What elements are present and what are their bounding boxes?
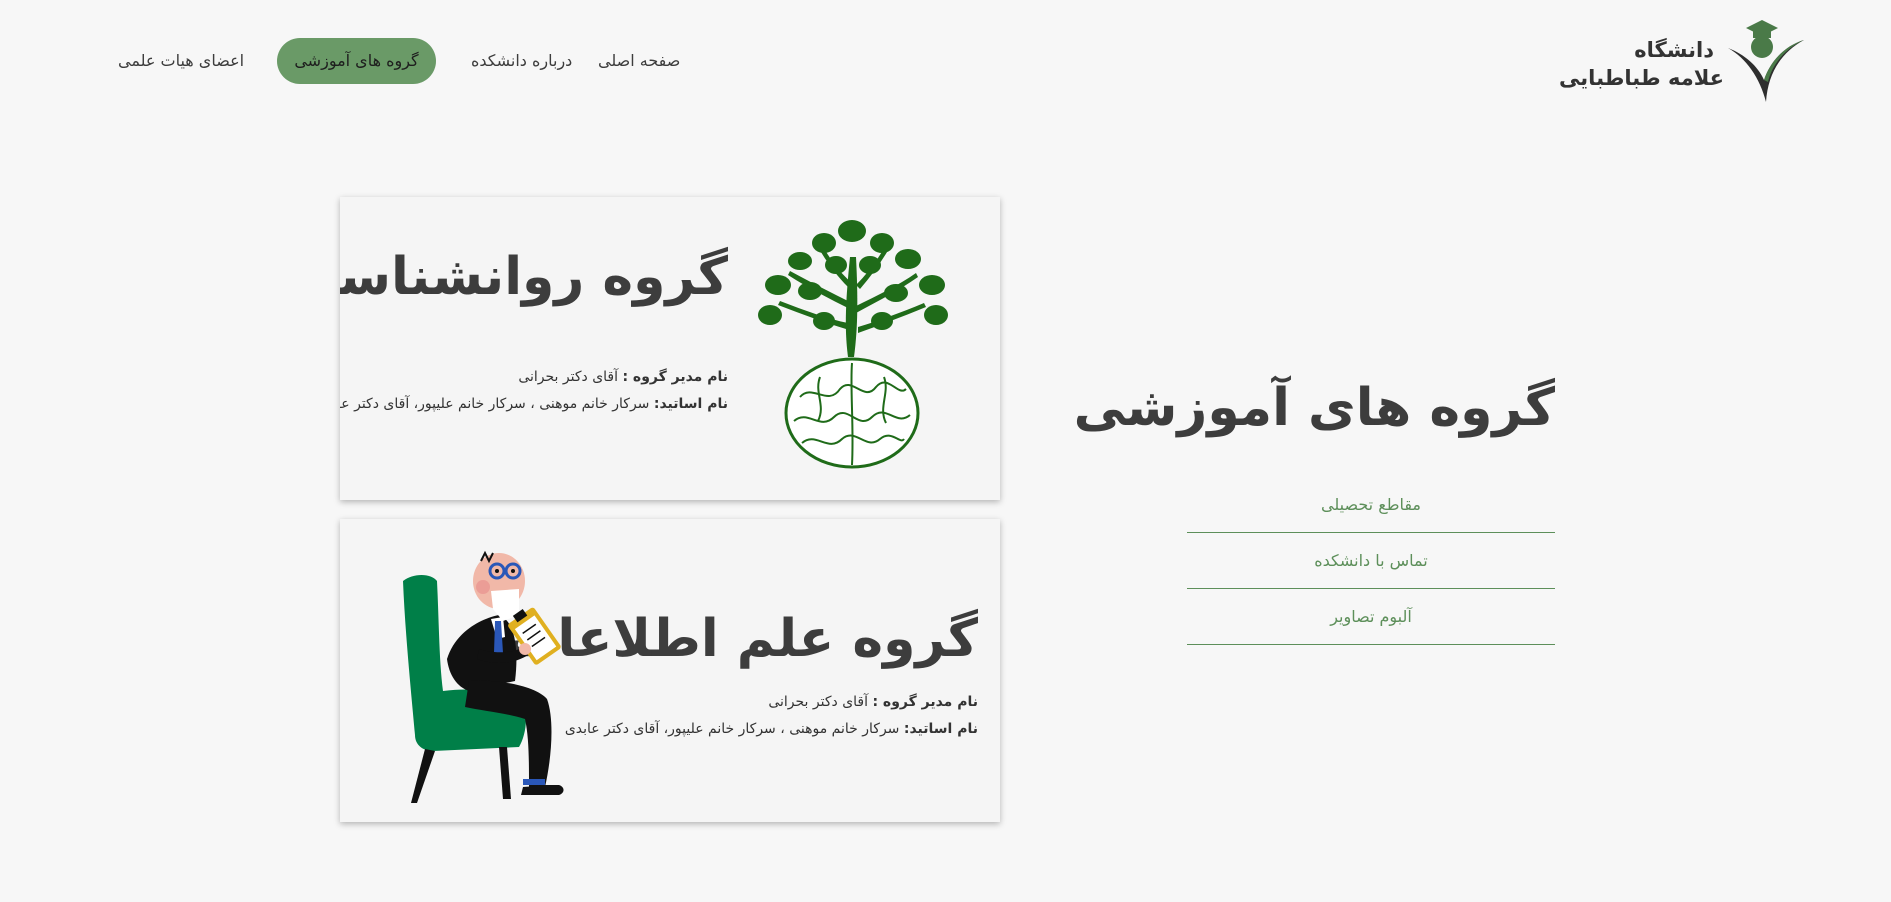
- sidebar-title: گروه های آموزشی: [1073, 378, 1556, 438]
- nav-item-home[interactable]: صفحه اصلی: [598, 38, 680, 84]
- professors-value: سرکار خانم موهنی ، سرکار خانم علیپور، آق…: [340, 396, 650, 412]
- manager-label: نام مدیر گروه :: [872, 694, 978, 710]
- department-card-information-science[interactable]: گروه علم اطلاعات نام مدیر گروه : آقای دک…: [340, 519, 1000, 822]
- card-manager-line: نام مدیر گروه : آقای دکتر بحرانی: [518, 369, 728, 385]
- sidebar-link-degrees[interactable]: مقاطع تحصیلی: [1187, 477, 1555, 533]
- professors-value: سرکار خانم موهنی ، سرکار خانم علیپور، آق…: [564, 721, 900, 737]
- professors-label: نام اساتید:: [653, 396, 728, 412]
- nav-item-faculty[interactable]: اعضای هیات علمی: [118, 38, 244, 84]
- sidebar-links: مقاطع تحصیلی تماس با دانشکده آلبوم تصاوی…: [1187, 477, 1555, 645]
- nav-item-about[interactable]: درباره دانشکده: [471, 38, 572, 84]
- nav-item-departments[interactable]: گروه های آموزشی: [277, 38, 436, 84]
- main-nav: صفحه اصلی درباره دانشکده گروه های آموزشی…: [0, 38, 1891, 84]
- department-card-psychology[interactable]: گروه روانشناسی نام مدیر گروه : آقای دکتر…: [340, 197, 1000, 500]
- card-title: گروه روانشناسی: [340, 247, 729, 307]
- professors-label: نام اساتید:: [903, 721, 978, 737]
- card-professors-line: نام اساتید: سرکار خانم موهنی ، سرکار خان…: [340, 396, 728, 412]
- psychologist-chair-icon: [403, 550, 564, 803]
- manager-label: نام مدیر گروه :: [622, 369, 728, 385]
- card-professors-line: نام اساتید: سرکار خانم موهنی ، سرکار خان…: [565, 721, 978, 737]
- manager-value: آقای دکتر بحرانی: [768, 694, 868, 710]
- card-manager-line: نام مدیر گروه : آقای دکتر بحرانی: [768, 694, 978, 710]
- tree-brain-icon: [758, 220, 948, 469]
- sidebar-link-gallery[interactable]: آلبوم تصاویر: [1187, 589, 1555, 645]
- manager-value: آقای دکتر بحرانی: [518, 369, 618, 385]
- sidebar-link-contact[interactable]: تماس با دانشکده: [1187, 533, 1555, 589]
